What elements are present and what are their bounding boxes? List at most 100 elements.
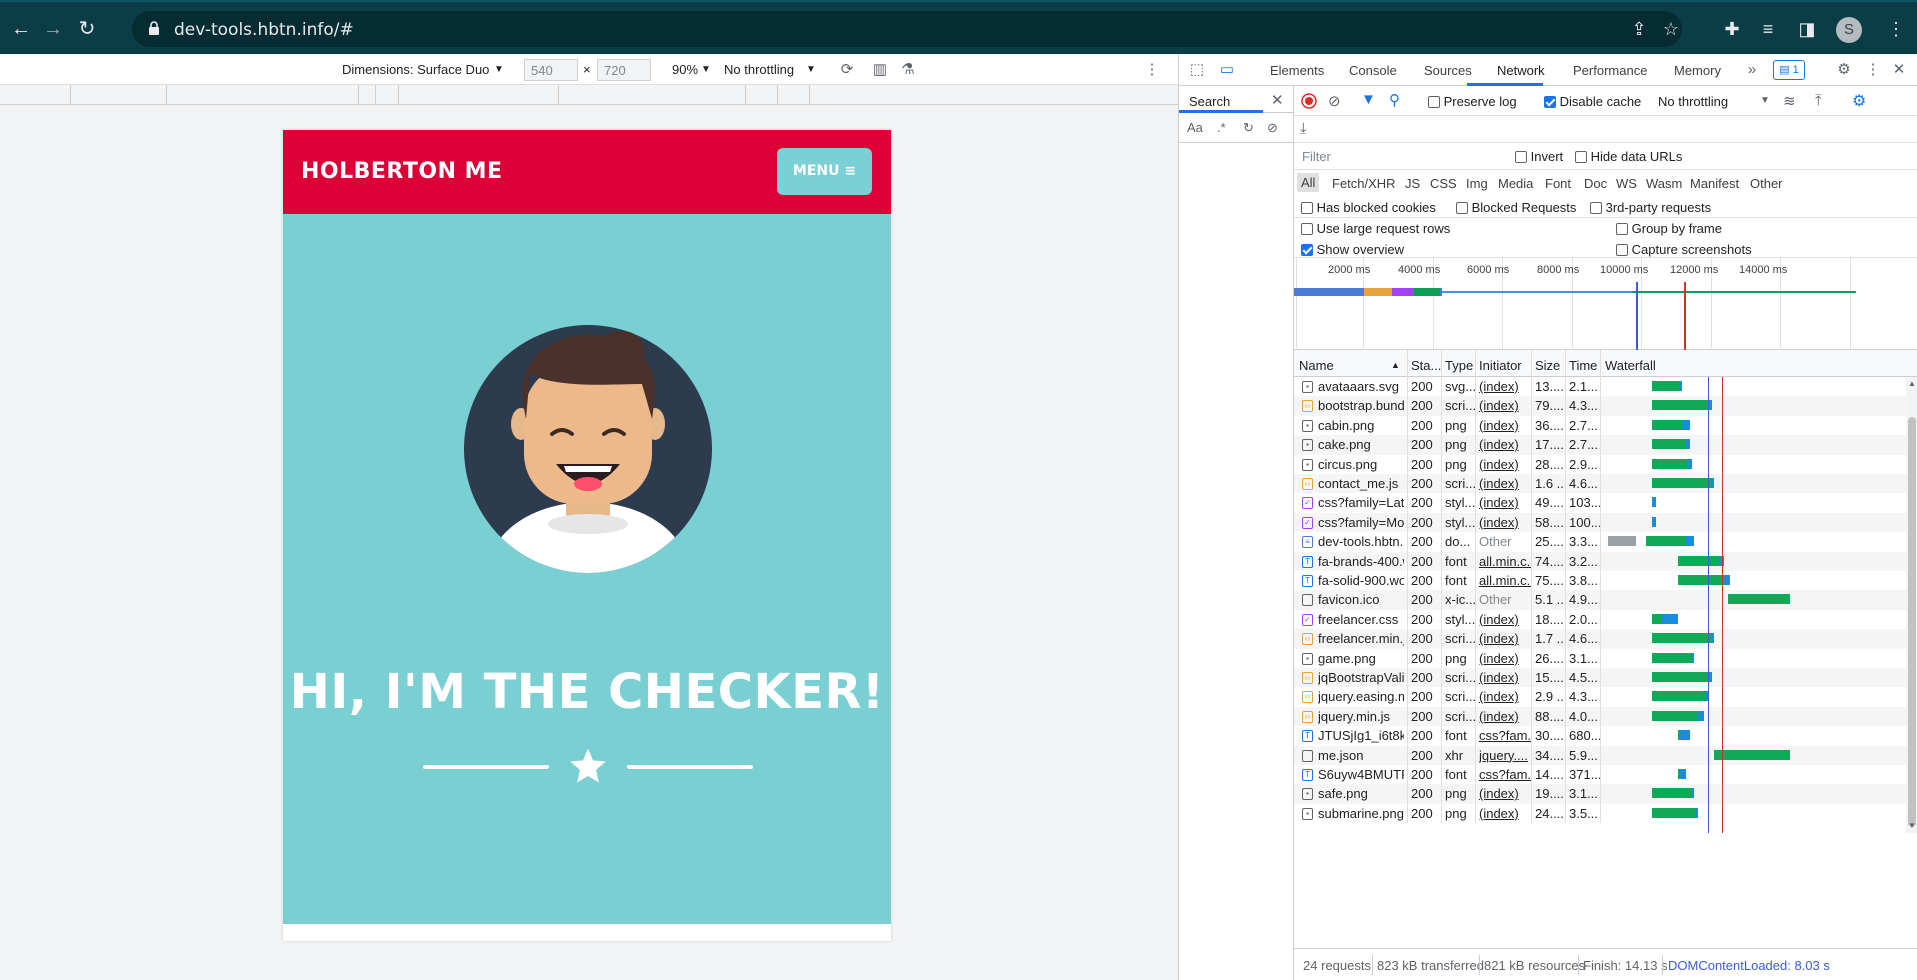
type-filter-media[interactable]: Media [1498,176,1533,191]
disable-cache-checkbox[interactable]: Disable cache [1544,94,1641,109]
height-input[interactable]: 720 [597,59,651,81]
cell-initiator[interactable]: (index) [1479,457,1531,472]
issues-badge[interactable]: ▤ 1 [1773,60,1805,80]
export-har-icon[interactable]: ⤓ [1300,120,1307,137]
side-panel-icon[interactable]: ◨ [1795,17,1819,41]
close-search-icon[interactable]: ✕ [1271,91,1284,109]
forward-icon[interactable]: → [40,16,66,42]
column-waterfall[interactable]: Waterfall [1605,358,1656,373]
sensors-icon[interactable]: ⚗ [897,60,919,80]
type-filter-css[interactable]: CSS [1430,176,1457,191]
column-initiator[interactable]: Initiator [1479,358,1522,373]
cell-initiator[interactable]: all.min.c... [1479,554,1531,569]
media-query-ruler[interactable] [0,85,1178,105]
table-row[interactable]: ‹› freelancer.min.js 200 scri... (index) 1.7 … [1294,629,1906,649]
requests-scrollbar[interactable]: ▲ ▼ [1906,377,1917,833]
network-throttling-select[interactable]: No throttling [1658,94,1728,109]
inspect-element-icon[interactable]: ⬚ [1187,60,1207,80]
table-row[interactable]: Tfa-solid-900.wof... 200 font all.min.c... 7… [1294,571,1906,591]
type-filter-img[interactable]: Img [1466,176,1488,191]
cell-initiator[interactable]: (index) [1479,631,1531,646]
type-filter-wasm[interactable]: Wasm [1646,176,1682,191]
dual-screen-icon[interactable]: ▥ [869,60,891,80]
refresh-search-icon[interactable]: ↻ [1243,120,1254,136]
group-by-frame-checkbox[interactable]: Group by frame [1616,221,1722,236]
scroll-thumb[interactable] [1908,417,1916,827]
network-settings-icon[interactable]: ⚙ [1852,91,1866,111]
table-row[interactable]: ▪ circus.png 200 png (index) 28.... 2.9... [1294,454,1906,474]
table-row[interactable]: ‹› jquery.easing.mi... 200 scri... (index) 2.… [1294,687,1906,707]
search-icon[interactable]: ⚲ [1389,91,1400,109]
clear-search-icon[interactable]: ⊘ [1267,120,1278,136]
table-row[interactable]: ‹› bootstrap.bundl... 200 scri... (index) 79.… [1294,396,1906,416]
table-row[interactable]: ▪ avataaars.svg 200 svg... (index) 13.... 2.1.… [1294,377,1906,397]
import-har-icon[interactable]: ⤒ [1815,92,1822,109]
address-bar[interactable]: dev-tools.hbtn.info/# ⇪ ☆ [132,11,1682,47]
table-row[interactable]: ▪ safe.png 200 png (index) 19.... 3.1... [1294,784,1906,804]
media-queue-icon[interactable]: ≡ [1756,17,1780,41]
cell-initiator[interactable]: (index) [1479,379,1531,394]
cell-initiator[interactable]: (index) [1479,670,1531,685]
table-row[interactable]: ‹› jqBootstrapVali... 200 scri... (index) 15.… [1294,668,1906,688]
share-icon[interactable]: ⇪ [1628,18,1650,40]
type-filter-other[interactable]: Other [1750,176,1783,191]
filter-input[interactable]: Filter [1298,147,1483,167]
invert-checkbox[interactable]: Invert [1515,149,1563,164]
cell-initiator[interactable]: (index) [1479,515,1531,530]
back-icon[interactable]: ← [8,16,34,42]
close-devtools-icon[interactable]: ✕ [1889,60,1909,80]
cell-initiator[interactable]: (index) [1479,476,1531,491]
large-rows-checkbox[interactable]: Use large request rows [1301,221,1450,236]
more-tabs-icon[interactable]: » [1742,60,1762,80]
chevron-down-icon[interactable]: ▼ [806,64,816,75]
device-toggle-icon[interactable]: ▭ [1217,60,1237,80]
type-filter-manifest[interactable]: Manifest [1690,176,1739,191]
table-row[interactable]: ▪ cake.png 200 png (index) 17.... 2.7... [1294,435,1906,455]
menu-button[interactable]: MENU ≡ [777,148,872,195]
type-filter-font[interactable]: Font [1545,176,1571,191]
tab-network[interactable]: Network [1497,63,1545,78]
tab-performance[interactable]: Performance [1573,63,1647,78]
show-overview-checkbox[interactable]: Show overview [1301,242,1404,257]
cell-initiator[interactable]: (index) [1479,437,1531,452]
scroll-down-icon[interactable]: ▼ [1908,821,1916,830]
device-more-icon[interactable]: ⋮ [1141,60,1163,80]
regex-button[interactable]: .* [1217,120,1226,135]
record-icon[interactable] [1301,93,1317,109]
table-row[interactable]: ▪ game.png 200 png (index) 26.... 3.1... [1294,648,1906,668]
cell-initiator[interactable]: (index) [1479,806,1531,821]
type-filter-all[interactable]: All [1297,173,1320,192]
throttling-select[interactable]: No throttling [724,62,794,77]
network-conditions-icon[interactable]: ≋ [1783,92,1796,110]
device-dimensions-select[interactable]: Dimensions: Surface Duo [342,62,489,77]
table-row[interactable]: ✓ freelancer.css 200 styl... (index) 18.... 2.… [1294,609,1906,630]
table-row[interactable]: T JTUSjIg1_i6t8kC... 200 font css?fam... 30..… [1294,726,1906,746]
zoom-select[interactable]: 90% [672,62,698,77]
table-row[interactable]: ▪ cabin.png 200 png (index) 36.... 2.7... [1294,415,1906,436]
devtools-menu-icon[interactable]: ⋮ [1863,60,1883,80]
reload-icon[interactable]: ↻ [74,16,100,42]
network-overview[interactable]: 2000 ms 4000 ms 6000 ms 8000 ms 10000 ms… [1294,258,1917,350]
bookmark-star-icon[interactable]: ☆ [1660,18,1682,40]
table-row[interactable]: ✓ css?family=Mon... 200 styl... (index) 58...… [1294,512,1906,533]
tab-sources[interactable]: Sources [1424,63,1472,78]
cell-initiator[interactable]: css?fam... [1479,767,1531,782]
site-brand[interactable]: HOLBERTON ME [301,159,503,184]
cell-initiator[interactable]: css?fam... [1479,728,1531,743]
hide-data-urls-checkbox[interactable]: Hide data URLs [1575,149,1682,164]
type-filter-doc[interactable]: Doc [1584,176,1607,191]
type-filter-js[interactable]: JS [1405,176,1420,191]
settings-icon[interactable]: ⚙ [1834,60,1854,80]
match-case-button[interactable]: Aa [1187,120,1203,135]
search-tab[interactable]: Search [1189,94,1230,109]
cell-initiator[interactable]: jquery.... [1479,748,1531,763]
width-input[interactable]: 540 [524,59,578,81]
capture-screenshots-checkbox[interactable]: Capture screenshots [1616,242,1752,257]
clear-icon[interactable]: ⊘ [1328,92,1341,110]
tab-memory[interactable]: Memory [1674,63,1721,78]
tab-elements[interactable]: Elements [1270,63,1324,78]
preserve-log-checkbox[interactable]: Preserve log [1428,94,1517,109]
table-row[interactable]: Tfa-brands-400.w... 200 font all.min.c... 74… [1294,551,1906,571]
cell-initiator[interactable]: (index) [1479,612,1531,627]
cell-initiator[interactable]: (index) [1479,398,1531,413]
